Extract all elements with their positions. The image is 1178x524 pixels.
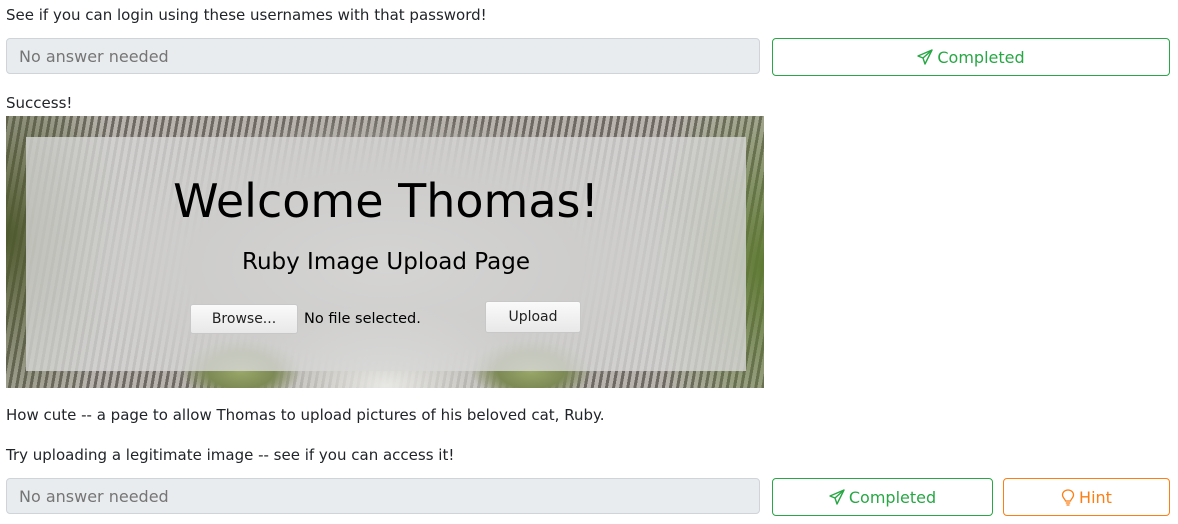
task2-completed-button[interactable]: Completed [772,478,993,516]
success-text: Success! [6,94,73,112]
upload-button[interactable]: Upload [485,301,581,333]
lightbulb-icon [1061,488,1075,506]
task2-prompt: Try uploading a legitimate image -- see … [6,446,455,464]
upload-page-title: Ruby Image Upload Page [242,249,530,275]
task2-answer-field[interactable] [6,478,760,514]
task1-answer-field[interactable] [6,38,760,74]
task1-completed-button[interactable]: Completed [772,38,1170,76]
paper-plane-icon [829,489,845,505]
task1-prompt: See if you can login using these usernam… [6,6,487,24]
upload-panel: Welcome Thomas! Ruby Image Upload Page B… [26,137,746,371]
welcome-heading: Welcome Thomas! [173,174,599,228]
completed-label: Completed [848,487,937,507]
upload-page-screenshot: Welcome Thomas! Ruby Image Upload Page B… [6,116,764,388]
file-status-text: No file selected. [304,311,421,327]
completed-label: Completed [937,47,1025,67]
hint-label: Hint [1079,487,1112,507]
task2-description: How cute -- a page to allow Thomas to up… [6,406,605,424]
hint-button[interactable]: Hint [1003,478,1170,516]
browse-button[interactable]: Browse... [190,304,298,334]
paper-plane-icon [917,49,934,65]
